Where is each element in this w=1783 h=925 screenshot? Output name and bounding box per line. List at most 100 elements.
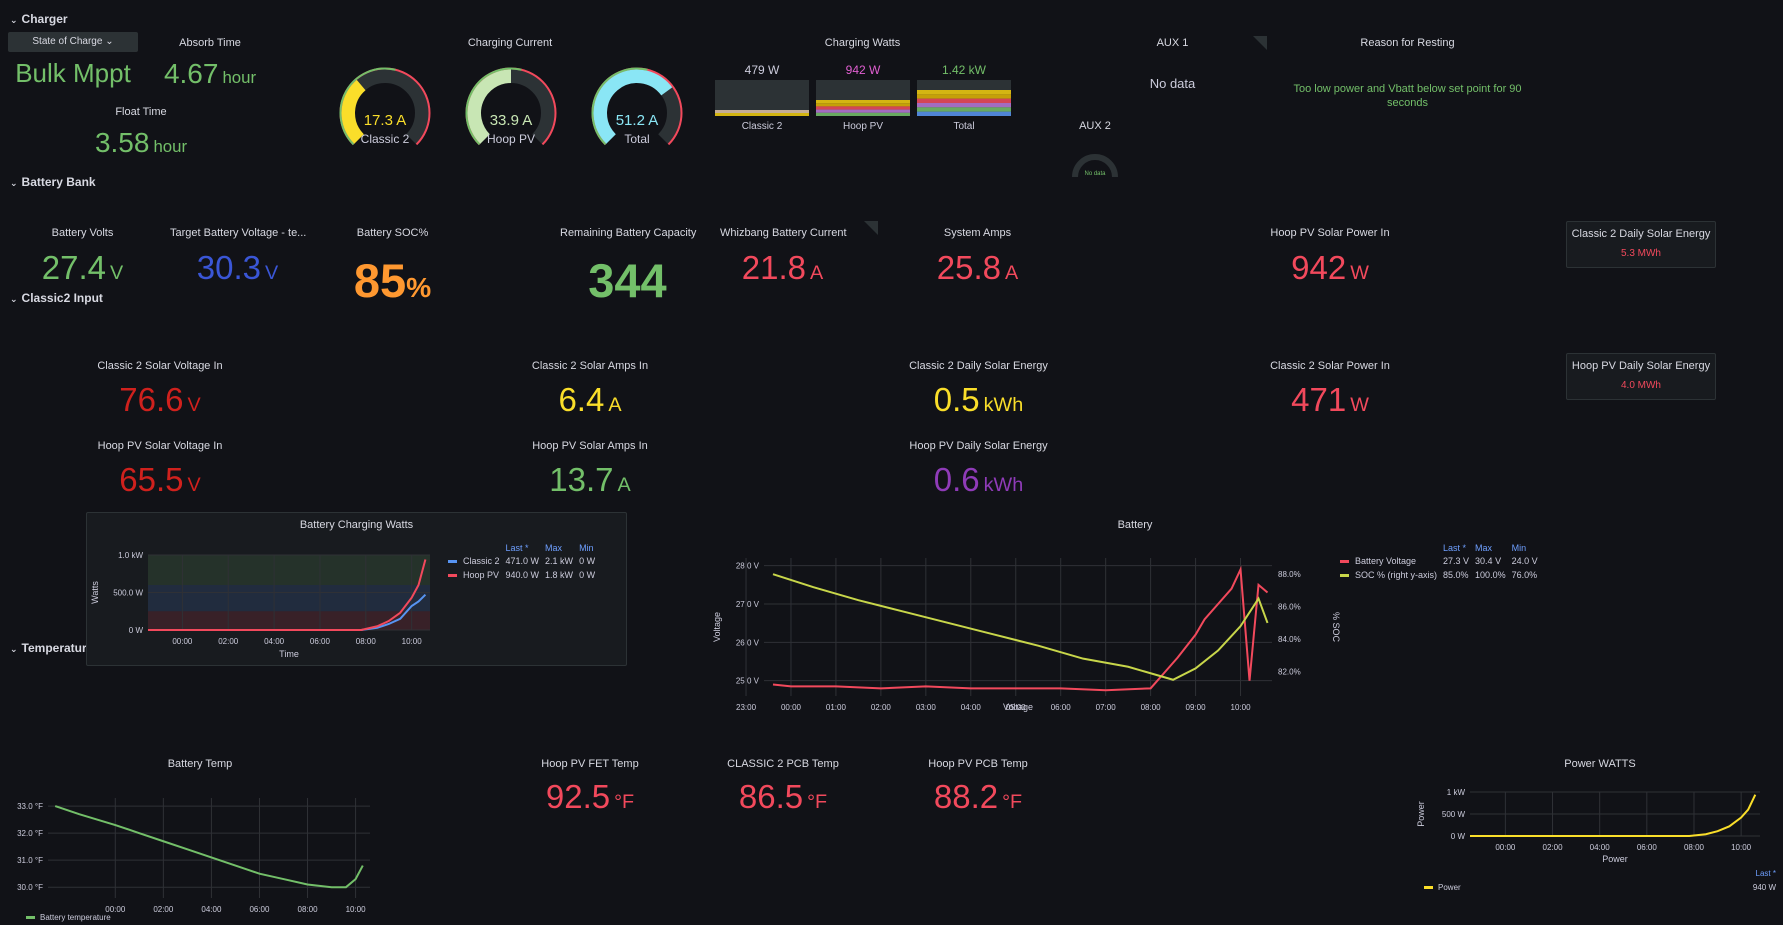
y-tick-label: 27.0 V <box>736 600 760 609</box>
y-axis-label: Voltage <box>712 612 722 642</box>
hoop-pcb-temp-value: 88.2 °F <box>933 778 1023 815</box>
y-tick-label: 500 W <box>1442 810 1466 819</box>
x-tick-label: 08:00 <box>1141 703 1162 712</box>
legend-label: Power <box>1438 883 1461 892</box>
target-voltage-value: 30.3 V <box>196 249 279 286</box>
watts-bar-segment <box>816 109 910 113</box>
state-of-charge-dropdown[interactable]: State of Charge ⌄ <box>8 32 138 52</box>
x-tick-label: 06:00 <box>1637 843 1658 852</box>
x-tick-label: 00:00 <box>1495 843 1516 852</box>
legend-row[interactable]: SOC % (right y-axis) 85.0% 100.0% 76.0% <box>1340 568 1544 582</box>
watts-value: 942 W <box>846 63 881 77</box>
absorb-time-title: Absorb Time <box>179 37 241 49</box>
x-tick-label: 00:00 <box>781 703 802 712</box>
float-time-value: 3.58 hour <box>94 127 188 158</box>
remaining-capacity-title: Remaining Battery Capacity <box>560 227 697 239</box>
charging-watts-bars: 479 W Classic 2 942 W Hoop PV 1.42 kW Total <box>712 58 1012 133</box>
watts-bar-segment <box>917 111 1011 116</box>
gauge-fill <box>467 69 512 145</box>
y-tick-label: 33.0 °F <box>17 802 43 811</box>
gauge-group: 17.3 A Classic 2 33.9 A Hoop PV 51.2 A Total <box>339 67 683 146</box>
battery-soc-title: Battery SOC% <box>356 227 429 239</box>
c2-power-value: 471 W <box>1291 381 1369 418</box>
hoop-voltage-title: Hoop PV Solar Voltage In <box>97 440 223 452</box>
chevron-down-icon: ⌄ <box>10 15 18 25</box>
y-tick-label: 30.0 °F <box>17 883 43 892</box>
x-tick-label: 01:00 <box>826 703 847 712</box>
power-watts-title: Power WATTS <box>1564 758 1636 770</box>
reason-value: Too low power and Vbatt below set point … <box>1293 83 1522 109</box>
legend-value: 940 W <box>1753 883 1777 892</box>
y2-tick-label: 86.0% <box>1278 603 1301 612</box>
watts-label: Total <box>953 121 974 132</box>
c2-energy-value: 0.5 kWh <box>933 381 1024 418</box>
row-battery-bank[interactable]: ⌄ Battery Bank <box>10 175 96 189</box>
legend-swatch <box>448 560 457 564</box>
gauge-label: Hoop PV <box>487 132 535 146</box>
remaining-capacity-value: 344 <box>588 254 667 307</box>
x-tick-label: 10:00 <box>402 637 423 646</box>
y-tick-label: 500.0 W <box>113 589 143 598</box>
legend-row[interactable]: Classic 2 471.0 W 2.1 kW 0 W <box>448 554 601 568</box>
hoop-voltage-value: 65.5 V <box>119 461 201 498</box>
y-tick-label: 1 kW <box>1447 788 1466 797</box>
gauge-value: 17.3 A <box>364 112 407 129</box>
legend-row[interactable]: Hoop PV 940.0 W 1.8 kW 0 W <box>448 568 601 582</box>
legend-swatch <box>1340 560 1349 564</box>
target-voltage-title: Target Battery Voltage - te... <box>170 227 307 239</box>
y-tick-label: 0 W <box>129 626 144 635</box>
legend-header: Min <box>1511 543 1527 553</box>
watts-bar-segment <box>715 110 809 113</box>
y2-tick-label: 82.0% <box>1278 668 1301 677</box>
hoop-daily-energy-value: 4.0 MWh <box>1620 380 1661 391</box>
y-tick-label: 0 W <box>1451 832 1466 841</box>
y-axis-label: Watts <box>90 581 100 604</box>
legend-header: Last * <box>1756 869 1776 878</box>
battery-volts-value: 27.4 V <box>41 249 124 286</box>
x-axis-label: Voltage <box>1003 702 1033 712</box>
x-tick-label: 10:00 <box>1231 703 1252 712</box>
charging-current-gauges: 17.3 A Classic 2 33.9 A Hoop PV 51.2 A Total <box>325 58 705 158</box>
x-tick-label: 06:00 <box>310 637 331 646</box>
hoop-pv-power-title: Hoop PV Solar Power In <box>1270 227 1390 239</box>
info-icon[interactable] <box>864 221 878 235</box>
watts-bar-segment <box>816 112 910 116</box>
row-classic2-input[interactable]: ⌄ Classic2 Input <box>10 291 103 305</box>
x-tick-label: 02:00 <box>218 637 239 646</box>
hoop-daily-energy-panel: Hoop PV Daily Solar Energy 4.0 MWh <box>1566 353 1716 400</box>
fet-temp-title: Hoop PV FET Temp <box>541 758 639 770</box>
hoop-amps-title: Hoop PV Solar Amps In <box>532 440 648 452</box>
x-tick-label: 10:00 <box>1731 843 1752 852</box>
series-line <box>772 573 1269 681</box>
series-line <box>1470 794 1757 837</box>
watts-value: 1.42 kW <box>942 63 987 77</box>
c2-energy-title: Classic 2 Daily Solar Energy <box>909 360 1048 372</box>
x-tick-label: 23:00 <box>736 703 757 712</box>
row-charger[interactable]: ⌄ Charger <box>10 12 68 26</box>
x-tick-label: 02:00 <box>1543 843 1564 852</box>
x-axis-label: Power <box>1602 854 1628 864</box>
hoop-energy-value: 0.6 kWh <box>933 461 1024 498</box>
chevron-down-icon: ⌄ <box>10 178 18 188</box>
watts-value: 479 W <box>745 63 780 77</box>
legend-header: Last * <box>1443 543 1467 553</box>
legend-row[interactable]: Battery Voltage 27.3 V 30.4 V 24.0 V <box>1340 554 1544 568</box>
x-tick-label: 04:00 <box>201 905 222 914</box>
x-tick-label: 10:00 <box>346 905 367 914</box>
info-icon[interactable] <box>1253 36 1267 50</box>
aux2-title: AUX 2 <box>1079 120 1111 132</box>
x-tick-label: 03:00 <box>916 703 937 712</box>
y-axis-label: Power <box>1416 801 1426 827</box>
fet-temp-value: 92.5 °F <box>545 778 635 815</box>
watts-bar-segment <box>917 98 1011 103</box>
gauge-label: Classic 2 <box>361 132 410 146</box>
watts-bar-segment <box>917 103 1011 108</box>
legend-header: Max <box>545 543 563 553</box>
aux2-gauge: No data <box>1072 154 1118 178</box>
charging-current-title: Charging Current <box>467 37 553 49</box>
x-tick-label: 08:00 <box>298 905 319 914</box>
legend-swatch <box>1424 886 1433 889</box>
c2-amps-title: Classic 2 Solar Amps In <box>531 360 649 372</box>
x-tick-label: 07:00 <box>1096 703 1117 712</box>
classic2-daily-energy-panel: Classic 2 Daily Solar Energy 5.3 MWh <box>1566 221 1716 268</box>
